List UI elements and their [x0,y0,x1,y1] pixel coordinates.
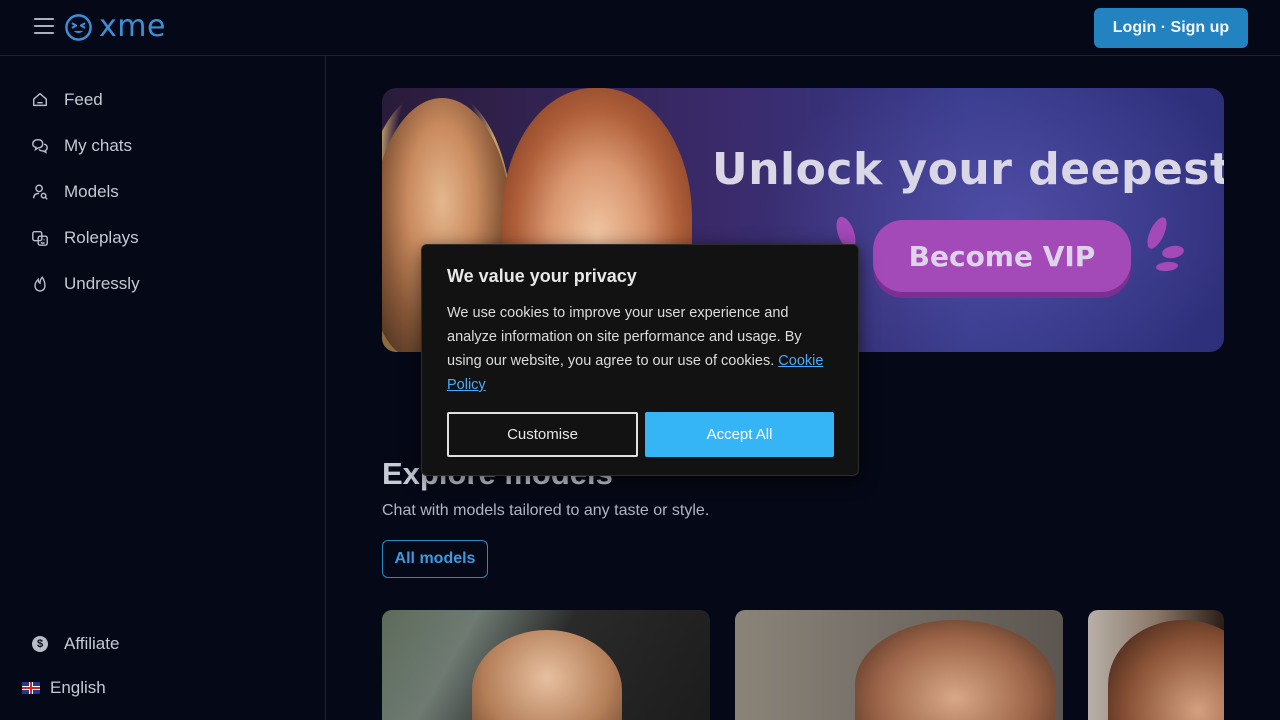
model-card[interactable] [735,610,1063,720]
model-card[interactable] [1088,610,1224,720]
banner-title: Unlock your deepest desi [712,144,1224,195]
all-models-button[interactable]: All models [382,540,488,578]
model-card[interactable] [382,610,710,720]
cookie-title: We value your privacy [447,266,637,286]
cookie-body: We use cookies to improve your user expe… [447,301,827,397]
chat-bubbles-icon [30,136,50,156]
dollar-coin-icon: $ [30,634,50,654]
flame-icon [30,274,50,294]
sidebar-item-label: Roleplays [64,228,139,247]
language-label: English [50,678,106,697]
logo-face-icon [65,13,92,41]
uk-flag-icon [22,682,40,694]
sidebar-item-label: Feed [64,90,103,109]
sidebar-item-label: Undressly [64,274,140,293]
sidebar-item-undressly[interactable]: Undressly [30,270,140,298]
logo-text: xme [99,9,166,44]
sidebar-item-models[interactable]: Models [30,178,119,206]
sidebar: Feed My chats Models Roleplays Undressly… [0,56,326,720]
sidebar-item-my-chats[interactable]: My chats [30,132,132,160]
sidebar-item-label: My chats [64,136,133,155]
model-photo [1108,620,1224,720]
sidebar-item-feed[interactable]: Feed [30,86,103,114]
sidebar-item-affiliate[interactable]: $ Affiliate [30,630,119,658]
accept-all-button[interactable]: Accept All [645,412,834,457]
become-vip-button[interactable]: Become VIP [873,220,1131,292]
cookie-body-text: We use cookies to improve your user expe… [447,305,802,369]
sidebar-item-label: Affiliate [64,634,120,653]
language-selector[interactable]: English [22,674,106,702]
login-signup-button[interactable]: Login · Sign up [1094,8,1248,48]
sidebar-item-label: Models [64,182,119,201]
section-subtitle: Chat with models tailored to any taste o… [382,502,710,519]
sidebar-item-roleplays[interactable]: Roleplays [30,224,139,252]
model-photo [472,630,622,720]
top-header: xme Login · Sign up [0,0,1280,56]
masks-icon [30,228,50,248]
user-search-icon [30,182,50,202]
customise-button[interactable]: Customise [447,412,638,457]
model-photo [855,620,1055,720]
logo[interactable]: xme [64,12,166,42]
hamburger-menu-icon[interactable] [34,18,54,36]
home-icon [30,90,50,110]
cookie-consent-dialog: We value your privacy We use cookies to … [421,244,859,476]
